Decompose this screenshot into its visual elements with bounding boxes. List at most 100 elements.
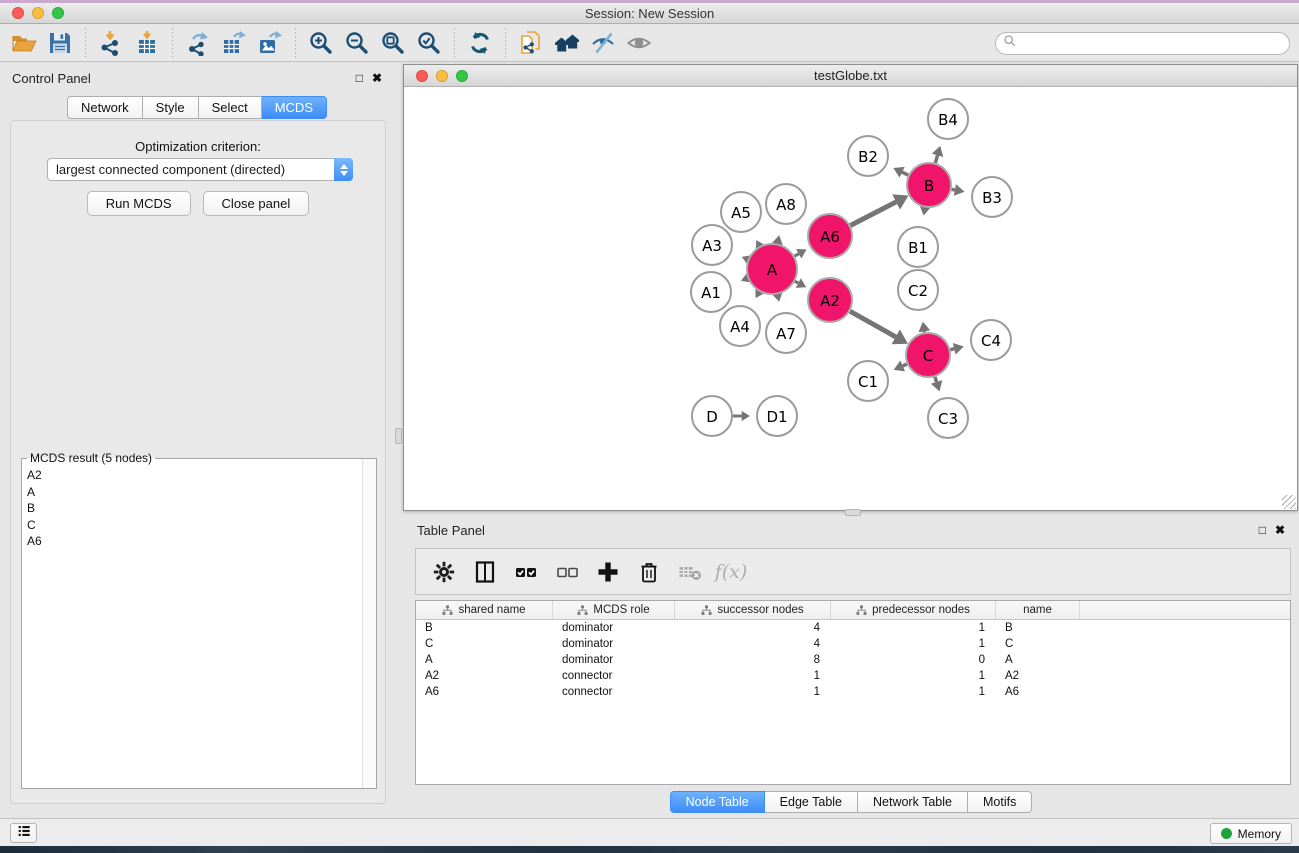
node-label-A8: A8	[776, 196, 796, 214]
select-all-button[interactable]	[510, 556, 542, 588]
close-panel-icon[interactable]: ✖	[372, 71, 382, 85]
column-layout-button[interactable]	[469, 556, 501, 588]
resize-grip-icon[interactable]	[1282, 495, 1296, 509]
network-canvas[interactable]: AA1A2A3A4A5A6A7A8BB1B2B3B4CC1C2C3C4DD1	[404, 87, 1297, 510]
tab-style[interactable]: Style	[143, 96, 199, 119]
toolbar-icon-group	[6, 27, 657, 59]
table-cell: 1	[675, 670, 831, 682]
table-row[interactable]: Adominator80A	[416, 652, 1290, 668]
tab-network[interactable]: Network	[67, 96, 143, 119]
table-cell: dominator	[553, 638, 675, 650]
network-window-titlebar[interactable]: testGlobe.txt	[404, 65, 1297, 87]
column-label: shared name	[458, 604, 525, 616]
save-session-button[interactable]	[42, 27, 78, 59]
edge-A6-B[interactable]	[850, 202, 896, 226]
import-network-button[interactable]	[93, 27, 129, 59]
control-panel-title: Control Panel	[12, 71, 347, 86]
mcds-result-item[interactable]: C	[27, 517, 42, 534]
node-label-A6: A6	[820, 228, 840, 246]
export-table-button[interactable]	[216, 27, 252, 59]
zoom-selected-button[interactable]	[411, 27, 447, 59]
edge-A2-C[interactable]	[850, 311, 896, 337]
column-header-name[interactable]: name	[996, 601, 1080, 619]
network-window-title: testGlobe.txt	[404, 68, 1297, 83]
edge-A-A6[interactable]	[795, 254, 799, 256]
search-input[interactable]	[1017, 37, 1289, 51]
float-panel-icon[interactable]: □	[356, 71, 363, 85]
hide-selected-button[interactable]	[585, 27, 621, 59]
deselect-all-button[interactable]	[551, 556, 583, 588]
edge-B-B2[interactable]	[902, 172, 908, 175]
table-row[interactable]: Bdominator41B	[416, 620, 1290, 636]
horizontal-splitter-handle[interactable]	[845, 509, 861, 516]
delete-row-button[interactable]	[633, 556, 665, 588]
node-label-B2: B2	[858, 148, 878, 166]
table-row[interactable]: A2connector11A2	[416, 668, 1290, 684]
mcds-result-scrollbar[interactable]	[362, 459, 376, 788]
optimization-criterion-label: Optimization criterion:	[11, 139, 385, 154]
close-panel-button[interactable]: Close panel	[203, 191, 310, 216]
run-mcds-button[interactable]: Run MCDS	[87, 191, 191, 216]
table-cell: 8	[675, 654, 831, 666]
table-row[interactable]: A6connector11A6	[416, 684, 1290, 700]
vertical-splitter-handle[interactable]	[395, 428, 402, 444]
show-all-networks-button[interactable]	[549, 27, 585, 59]
show-panels-button[interactable]	[10, 823, 37, 843]
edge-B-B4[interactable]	[935, 155, 937, 163]
memory-button[interactable]: Memory	[1210, 823, 1292, 844]
add-row-button[interactable]	[592, 556, 624, 588]
table-row[interactable]: Cdominator41C	[416, 636, 1290, 652]
column-label: MCDS role	[593, 604, 649, 616]
edge-C-C1[interactable]	[903, 364, 907, 366]
toolbar-separator	[295, 28, 296, 58]
new-network-from-file-button[interactable]	[513, 27, 549, 59]
table-cell: B	[416, 622, 553, 634]
edge-C-C4[interactable]	[950, 349, 954, 350]
node-label-B4: B4	[938, 111, 958, 129]
node-label-A1: A1	[701, 284, 721, 302]
table-cell: connector	[553, 670, 675, 682]
column-header-shared-name[interactable]: shared name	[416, 601, 553, 619]
open-folder-button[interactable]	[6, 27, 42, 59]
close-panel-icon[interactable]: ✖	[1275, 523, 1285, 537]
edge-B-B3[interactable]	[952, 189, 955, 190]
optimization-criterion-select[interactable]: largest connected component (directed)	[47, 158, 353, 181]
tab-select[interactable]: Select	[199, 96, 262, 119]
column-header-MCDS-role[interactable]: MCDS role	[553, 601, 675, 619]
tab-network-table[interactable]: Network Table	[858, 791, 968, 813]
edge-C-C3[interactable]	[935, 377, 937, 382]
table-body: Bdominator41BCdominator41CAdominator80AA…	[416, 620, 1290, 700]
mcds-result-item[interactable]: A2	[27, 467, 42, 484]
edge-arrow-icon	[918, 322, 930, 333]
edge-A-A2[interactable]	[795, 281, 798, 283]
mcds-result-item[interactable]: B	[27, 500, 42, 517]
tab-mcds[interactable]: MCDS	[262, 96, 327, 119]
export-network-button[interactable]	[180, 27, 216, 59]
network-window: testGlobe.txt AA1A2A3A4A5A6A7A8BB1B2B3B4…	[403, 64, 1298, 511]
settings-gear-button[interactable]	[428, 556, 460, 588]
memory-label: Memory	[1238, 827, 1281, 841]
mcds-result-item[interactable]: A	[27, 484, 42, 501]
main-toolbar	[0, 24, 1299, 62]
mcds-result-title: MCDS result (5 nodes)	[27, 451, 155, 465]
control-panel: Control Panel □ ✖ NetworkStyleSelectMCDS…	[4, 66, 390, 806]
zoom-in-button[interactable]	[303, 27, 339, 59]
tab-motifs[interactable]: Motifs	[968, 791, 1032, 813]
zoom-fit-button[interactable]	[375, 27, 411, 59]
float-panel-icon[interactable]: □	[1259, 523, 1266, 537]
tab-edge-table[interactable]: Edge Table	[765, 791, 858, 813]
import-table-button[interactable]	[129, 27, 165, 59]
refresh-button[interactable]	[462, 27, 498, 59]
edge-arrow-icon	[953, 343, 964, 355]
column-header-predecessor-nodes[interactable]: predecessor nodes	[831, 601, 996, 619]
show-selected-button[interactable]	[621, 27, 657, 59]
search-box[interactable]	[995, 32, 1290, 55]
export-image-button[interactable]	[252, 27, 288, 59]
desktop-edge-bottom	[0, 846, 1299, 853]
table-cell: 1	[831, 686, 996, 698]
node-label-A3: A3	[702, 237, 722, 255]
column-header-successor-nodes[interactable]: successor nodes	[675, 601, 831, 619]
zoom-out-button[interactable]	[339, 27, 375, 59]
mcds-result-item[interactable]: A6	[27, 533, 42, 550]
tab-node-table[interactable]: Node Table	[670, 791, 765, 813]
